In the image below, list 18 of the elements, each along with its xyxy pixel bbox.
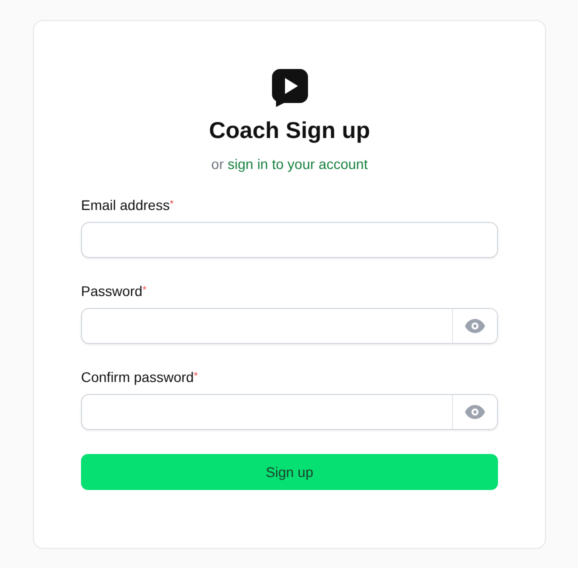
show-password-button[interactable] [452, 309, 497, 343]
subtitle-text: or [211, 156, 224, 172]
eye-icon [465, 405, 485, 419]
password-field[interactable] [81, 394, 498, 430]
show-password-button[interactable] [452, 395, 497, 429]
field-label: Password [81, 283, 142, 299]
eye-icon [465, 319, 485, 333]
email-field[interactable] [81, 222, 498, 258]
required-mark: * [194, 371, 198, 382]
field-label: Confirm password [81, 369, 194, 385]
required-mark: * [142, 285, 146, 296]
page-title: Coach Sign up [208, 117, 371, 144]
sign-up-button[interactable]: Sign up [81, 454, 498, 490]
password-field[interactable] [81, 308, 498, 344]
sign-in-link[interactable]: sign in to your account [228, 156, 368, 172]
play-bubble-icon [272, 69, 308, 107]
required-mark: * [170, 199, 174, 210]
field-label: Email address [81, 197, 170, 213]
